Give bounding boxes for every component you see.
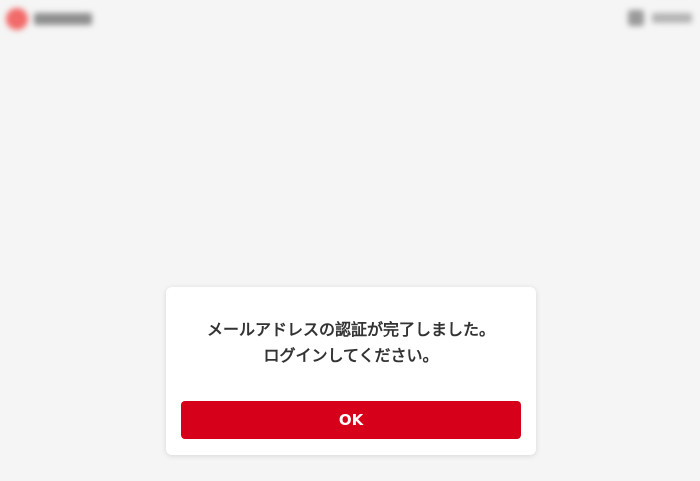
- user-icon: [628, 10, 644, 26]
- blurred-header: [0, 0, 700, 40]
- verification-dialog: メールアドレスの認証が完了しました。ログインしてください。 OK: [166, 287, 536, 455]
- header-link: [652, 13, 692, 23]
- logo: [6, 8, 92, 30]
- logo-icon: [6, 8, 28, 30]
- header-user-area: [628, 10, 692, 26]
- logo-text: [34, 13, 92, 25]
- ok-button[interactable]: OK: [181, 401, 521, 439]
- dialog-message: メールアドレスの認証が完了しました。ログインしてください。: [206, 320, 495, 365]
- page: メールアドレスの認証が完了しました。ログインしてください。 OK: [0, 0, 700, 481]
